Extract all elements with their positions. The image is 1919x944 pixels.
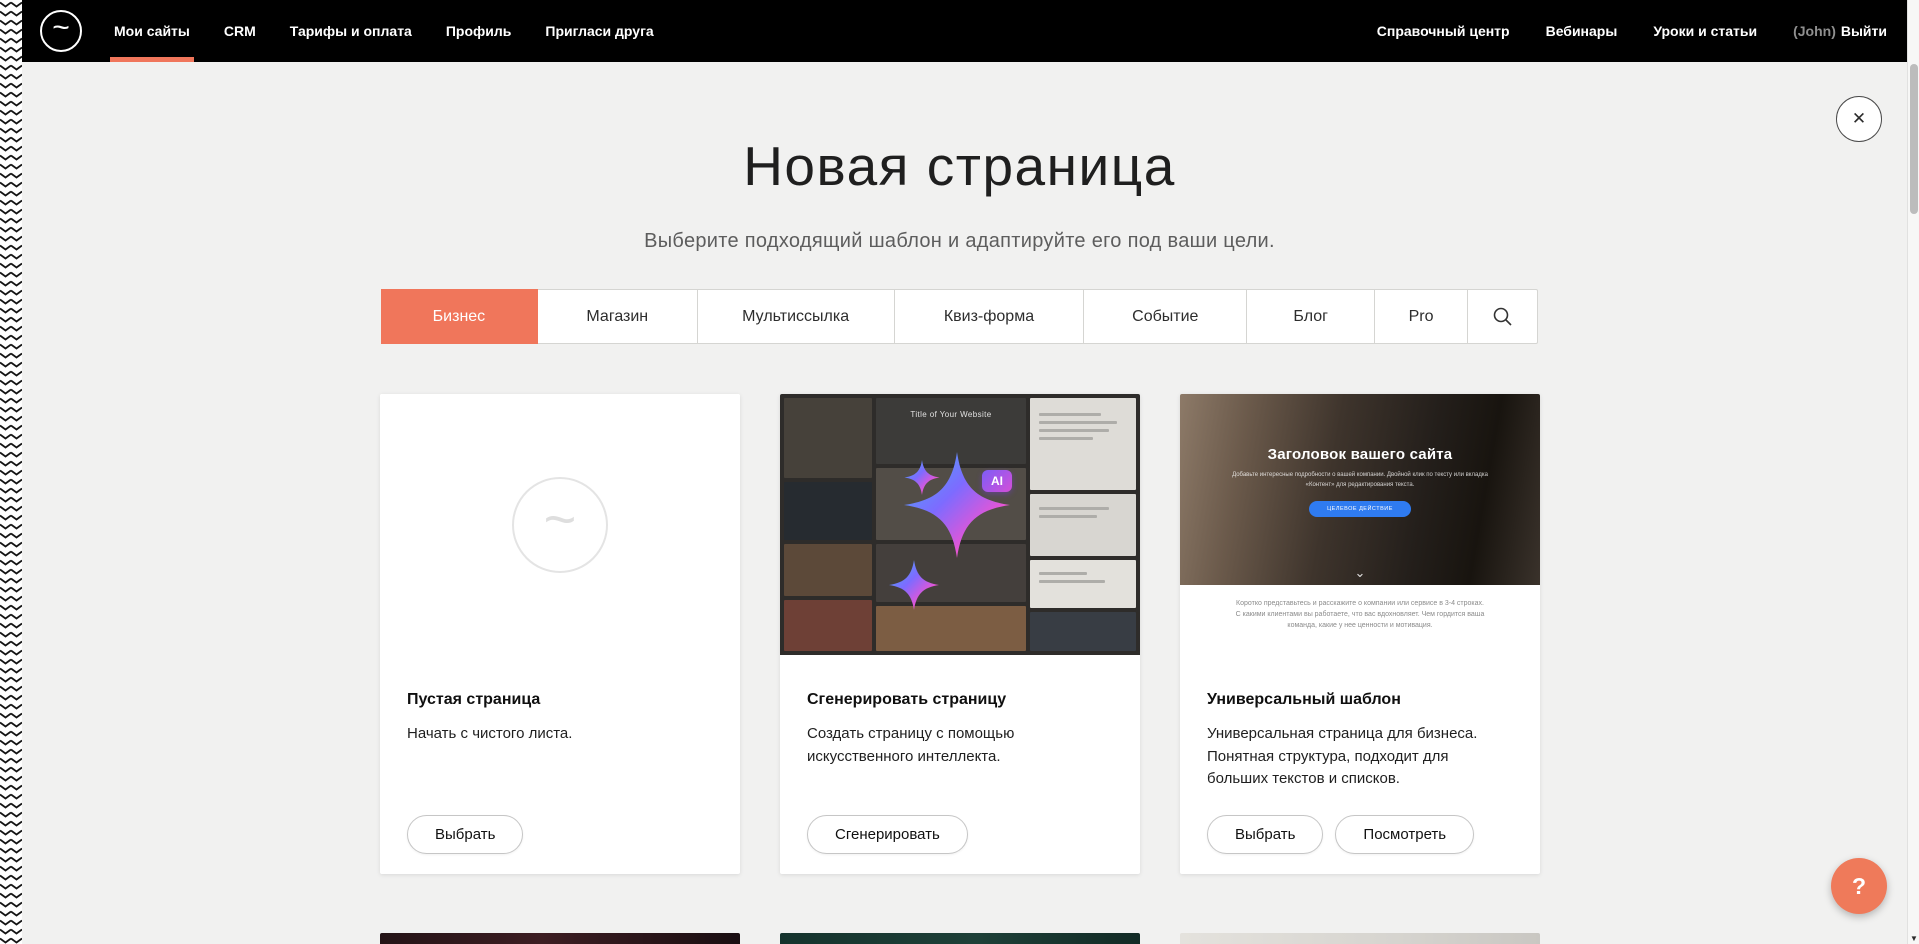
help-button[interactable]: ? xyxy=(1831,858,1887,914)
user-name: (John) xyxy=(1793,23,1836,39)
nav-lessons-articles[interactable]: Уроки и статьи xyxy=(1653,23,1757,39)
template-hero-subtitle: Добавьте интересные подробности о вашей … xyxy=(1225,470,1495,490)
template-card-blank-page: ~ Пустая страница Начать с чистого листа… xyxy=(380,394,740,874)
card-title: Универсальный шаблон xyxy=(1207,691,1513,709)
scrollbar-thumb[interactable] xyxy=(1910,64,1918,214)
choose-universal-button[interactable]: Выбрать xyxy=(1207,815,1323,854)
logout-label: Выйти xyxy=(1841,23,1887,39)
template-card-ai-generate: Title of Your Website xyxy=(780,394,1140,874)
tilda-logo-glyph: ~ xyxy=(52,13,70,43)
page-scrollbar[interactable]: ▼ xyxy=(1907,0,1919,944)
generate-page-button[interactable]: Сгенерировать xyxy=(807,815,968,854)
universal-template-preview: Заголовок вашего сайта Добавьте интересн… xyxy=(1180,394,1540,667)
nav-crm[interactable]: CRM xyxy=(224,0,256,62)
template-category-tabs: Бизнес Магазин Мультиссылка Квиз-форма С… xyxy=(381,289,1538,344)
tab-business[interactable]: Бизнес xyxy=(381,289,538,344)
search-icon xyxy=(1492,306,1514,328)
scroll-down-arrow-icon[interactable]: ▼ xyxy=(1908,934,1919,943)
page-subtitle: Выберите подходящий шаблон и адаптируйте… xyxy=(0,230,1919,253)
template-body-text: Коротко представьтесь и расскажите о ком… xyxy=(1234,598,1486,632)
ai-badge: AI xyxy=(982,470,1012,492)
nav-tariffs[interactable]: Тарифы и оплата xyxy=(290,0,412,62)
chevron-down-icon: ⌄ xyxy=(1180,565,1540,581)
template-cards-next-row xyxy=(380,933,1540,944)
tab-shop[interactable]: Магазин xyxy=(538,290,698,343)
preview-universal-button[interactable]: Посмотреть xyxy=(1335,815,1474,854)
tab-event[interactable]: Событие xyxy=(1084,290,1247,343)
preview-site-title: Title of Your Website xyxy=(876,410,1026,419)
zigzag-edge-decoration xyxy=(0,0,22,944)
nav-my-sites[interactable]: Мои сайты xyxy=(114,0,190,62)
page-title: Новая страница xyxy=(0,134,1919,198)
blank-page-preview: ~ xyxy=(380,394,740,655)
navbar-left-menu: Мои сайты CRM Тарифы и оплата Профиль Пр… xyxy=(114,0,654,62)
top-navbar: ~ Мои сайты CRM Тарифы и оплата Профиль … xyxy=(0,0,1907,62)
card-description: Универсальная страница для бизнеса. Поня… xyxy=(1207,723,1507,791)
tab-blog[interactable]: Блог xyxy=(1247,290,1375,343)
ai-sparkle-icon xyxy=(852,424,1062,624)
close-icon: ✕ xyxy=(1852,109,1866,129)
tab-search[interactable] xyxy=(1468,290,1537,343)
template-body-section: Коротко представьтесь и расскажите о ком… xyxy=(1180,585,1540,667)
card-description: Начать с чистого листа. xyxy=(407,723,707,746)
template-hero-section: Заголовок вашего сайта Добавьте интересн… xyxy=(1180,394,1540,585)
template-card-partial xyxy=(1180,933,1540,944)
template-hero-cta-button: ЦЕЛЕВОЕ ДЕЙСТВИЕ xyxy=(1309,501,1411,517)
card-title: Сгенерировать страницу xyxy=(807,691,1113,709)
template-cards-grid: ~ Пустая страница Начать с чистого листа… xyxy=(380,394,1540,874)
close-button[interactable]: ✕ xyxy=(1836,96,1882,142)
tilda-logo[interactable]: ~ xyxy=(40,10,82,52)
nav-invite-friend[interactable]: Пригласи друга xyxy=(545,0,653,62)
tab-pro[interactable]: Pro xyxy=(1375,290,1468,343)
nav-logout[interactable]: (John) Выйти xyxy=(1793,23,1887,39)
tab-quiz-form[interactable]: Квиз-форма xyxy=(895,290,1085,343)
tilda-watermark-glyph: ~ xyxy=(544,486,577,551)
card-title: Пустая страница xyxy=(407,691,713,709)
card-description: Создать страницу с помощью искусственног… xyxy=(807,723,1107,768)
tilda-watermark-icon: ~ xyxy=(512,477,608,573)
template-hero-title: Заголовок вашего сайта xyxy=(1180,394,1540,463)
template-card-partial xyxy=(380,933,740,944)
nav-webinars[interactable]: Вебинары xyxy=(1546,23,1618,39)
template-card-universal: Заголовок вашего сайта Добавьте интересн… xyxy=(1180,394,1540,874)
ai-generate-preview: Title of Your Website xyxy=(780,394,1140,655)
choose-blank-button[interactable]: Выбрать xyxy=(407,815,523,854)
tab-multilink[interactable]: Мультиссылка xyxy=(698,290,895,343)
template-card-partial xyxy=(780,933,1140,944)
nav-help-center[interactable]: Справочный центр xyxy=(1377,23,1510,39)
navbar-right-menu: Справочный центр Вебинары Уроки и статьи… xyxy=(1377,23,1887,39)
nav-profile[interactable]: Профиль xyxy=(446,0,512,62)
